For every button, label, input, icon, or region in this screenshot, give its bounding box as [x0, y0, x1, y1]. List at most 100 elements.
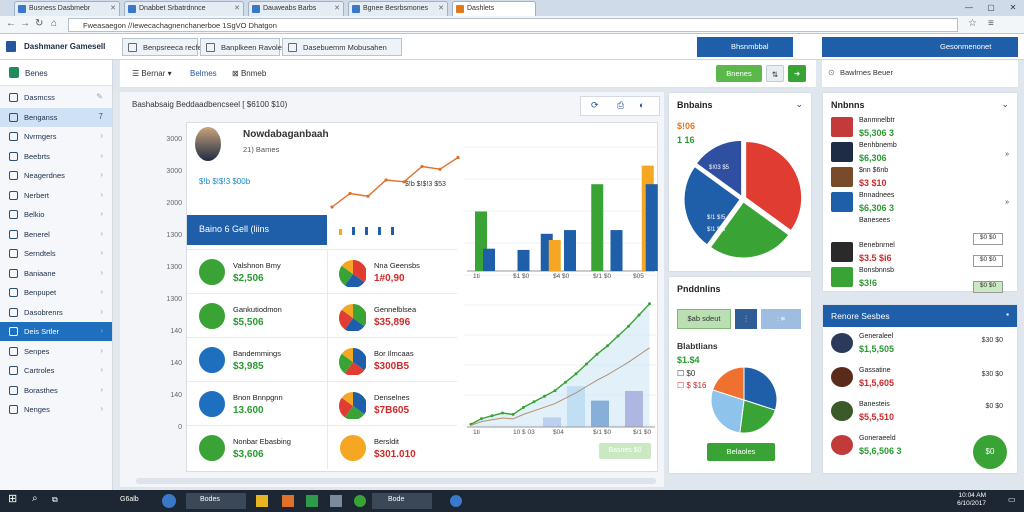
news-value: $3.5 $i6: [859, 253, 892, 263]
news-item[interactable]: Banmnelbtr $5,306 3: [831, 115, 1011, 141]
browser-icon[interactable]: [162, 494, 176, 508]
news-item[interactable]: Benhbnemb $6,306: [831, 140, 1011, 166]
sidebar-item[interactable]: Belkio ›: [0, 205, 112, 224]
home-icon[interactable]: ⌂: [51, 18, 57, 29]
apply-button[interactable]: Basnes $0: [599, 443, 651, 459]
mini-bar: [391, 227, 394, 235]
info-icon[interactable]: ▪: [1006, 310, 1009, 319]
x-axis-tick: $/1 $0: [633, 429, 652, 436]
sidebar-item[interactable]: Benpupet ›: [0, 283, 112, 302]
minimize-button[interactable]: —: [958, 0, 980, 16]
task-view-icon[interactable]: ⧉: [52, 495, 58, 511]
close-window-button[interactable]: ✕: [1002, 0, 1024, 16]
taskbar-app[interactable]: Bode: [372, 493, 432, 509]
details-button[interactable]: Belaoles: [707, 443, 775, 461]
sidebar-item[interactable]: Beebrts ›: [0, 147, 112, 166]
stat-label: Gennelblsea: [374, 305, 417, 314]
taskbar-app[interactable]: Bodes: [186, 493, 246, 509]
header-tab[interactable]: Banplkeen Ravolep: [200, 38, 286, 56]
toolbar-link[interactable]: Belmes: [190, 69, 217, 78]
sidebar-item[interactable]: Baniaane ›: [0, 264, 112, 283]
header-user-button[interactable]: Bhsnmbbal: [697, 37, 793, 57]
sidebar-item[interactable]: Senpes ›: [0, 342, 112, 361]
start-icon[interactable]: ⊞: [8, 492, 22, 508]
reload-icon[interactable]: ↻: [35, 18, 43, 29]
browser-tab-active[interactable]: Dashlets: [452, 1, 536, 16]
chevron-down-icon[interactable]: ⌄: [1001, 99, 1009, 110]
horizontal-scrollbar[interactable]: [136, 478, 656, 484]
line-point: [438, 167, 442, 171]
sidebar-item[interactable]: Neagerdnes ›: [0, 166, 112, 185]
add-icon[interactable]: ➜: [788, 65, 806, 82]
sidebar-item[interactable]: Cartroles ›: [0, 361, 112, 380]
sales-item[interactable]: Generaleel $1,5,505: [831, 331, 1011, 357]
line-point: [585, 362, 588, 366]
edge-icon[interactable]: [450, 495, 462, 507]
stat-row: Nna Geensbs 1#0,90: [327, 249, 457, 293]
refresh-icon[interactable]: ⟳: [591, 100, 599, 111]
header-tab[interactable]: Dasebuemm Mobusahen: [282, 38, 402, 56]
close-icon[interactable]: ✕: [110, 4, 116, 12]
toolbar-link[interactable]: ⊠ Bnmeb: [232, 69, 266, 78]
news-item[interactable]: Bnnadnees $6,306 3: [831, 190, 1011, 216]
close-icon[interactable]: ✕: [438, 4, 444, 12]
folder-icon[interactable]: [256, 495, 268, 507]
app-icon[interactable]: [306, 495, 318, 507]
sidebar-item[interactable]: Benerel ›: [0, 225, 112, 244]
taskbar-search[interactable]: G6alb: [120, 496, 139, 512]
sidebar-item[interactable]: Nerbert ›: [0, 186, 112, 205]
checkbox-row[interactable]: ☐ $0: [677, 369, 695, 378]
sidebar-item[interactable]: Nvrmgers ›: [0, 127, 112, 146]
chart-view-button[interactable]: ⫶: [735, 309, 757, 329]
sidebar-item[interactable]: Nenges ›: [0, 400, 112, 419]
list-icon: [9, 366, 18, 375]
export-icon[interactable]: ⎙: [617, 100, 624, 111]
search-icon[interactable]: ⌕: [32, 493, 38, 509]
favicon-icon: [352, 5, 360, 13]
sidebar-item[interactable]: Borasthes ›: [0, 381, 112, 400]
bulb-icon: [340, 435, 366, 461]
header-tab[interactable]: Benpsreeca recfebgn: [122, 38, 214, 56]
close-icon[interactable]: ✕: [234, 4, 240, 12]
laptop-icon: [199, 347, 225, 373]
browser-tab[interactable]: Dauweabs Barbs ✕: [248, 1, 344, 16]
forward-icon[interactable]: →: [20, 18, 30, 29]
sidebar-scrollbar[interactable]: [113, 92, 120, 490]
chrome-icon[interactable]: [354, 495, 366, 507]
sales-item[interactable]: Banesteis $5,5,510: [831, 399, 1011, 425]
sidebar-item[interactable]: Deis Srtler ›: [0, 322, 112, 341]
close-icon[interactable]: ✕: [334, 4, 340, 12]
table-view-button[interactable]: ⫶ ≡: [761, 309, 801, 329]
header-account-button[interactable]: Gesonmenonet: [822, 37, 1018, 57]
menu-dropdown[interactable]: ☰ Bernar ▾: [132, 69, 172, 78]
browser-tab-bar: Busness Dasbmebr ✕ Dnabbet Srbatrdnnce ✕ D…: [0, 0, 1024, 16]
maximize-button[interactable]: ▢: [980, 0, 1002, 16]
url-input[interactable]: Fweasaegon //Iewecachagnenchanerboe 1SgV…: [68, 18, 958, 32]
sidebar-item-label: Serndtels: [24, 249, 56, 258]
news-item[interactable]: $nn $6nb $3 $10: [831, 165, 1011, 191]
notification-icon[interactable]: ▭: [1008, 495, 1020, 511]
sidebar-item[interactable]: Dasmcss ✎: [0, 88, 112, 107]
clock[interactable]: 10:04 AM 6/10/2017: [930, 492, 986, 508]
back-icon[interactable]: ←: [6, 18, 16, 29]
sidebar-item[interactable]: Dasobrenrs ›: [0, 303, 112, 322]
chevron-right-icon[interactable]: »: [1005, 199, 1009, 206]
filter-icon[interactable]: ⇅: [766, 65, 784, 82]
browser-tab[interactable]: Bgnee Besrbsmones ✕: [348, 1, 448, 16]
settings-icon[interactable]: ◐: [639, 100, 644, 110]
app-icon[interactable]: [330, 495, 342, 507]
browser-tab[interactable]: Busness Dasbmebr ✕: [14, 1, 120, 16]
checkbox-row[interactable]: ☐ $ $16: [677, 381, 706, 390]
green-button[interactable]: $ab sdeut: [677, 309, 731, 329]
menu-icon[interactable]: ≡: [988, 18, 994, 29]
new-button[interactable]: Bnenes: [716, 65, 762, 82]
browser-tab[interactable]: Dnabbet Srbatrdnnce ✕: [124, 1, 244, 16]
sales-item[interactable]: Gassatine $1,5,605: [831, 365, 1011, 391]
chevron-right-icon[interactable]: »: [1005, 151, 1009, 158]
store-icon[interactable]: [282, 495, 294, 507]
floating-action-button[interactable]: $0: [973, 435, 1007, 469]
chevron-down-icon[interactable]: ⌄: [795, 99, 803, 110]
star-icon[interactable]: ☆: [968, 18, 977, 29]
sidebar-item[interactable]: Serndtels ›: [0, 244, 112, 263]
sidebar-item[interactable]: Benganss 7: [0, 107, 112, 127]
